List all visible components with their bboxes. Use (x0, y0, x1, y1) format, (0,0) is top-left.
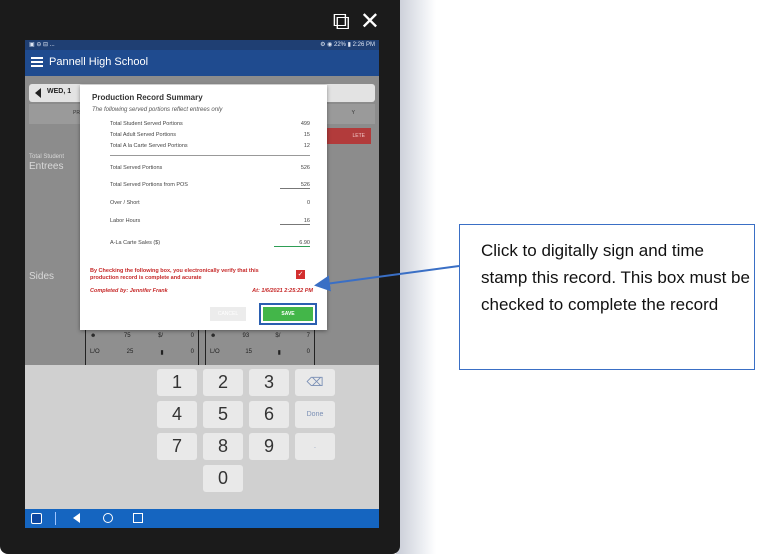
instruction-callout: Click to digitally sign and time stamp t… (459, 224, 755, 370)
callout-text: Click to digitally sign and time stamp t… (481, 241, 750, 314)
